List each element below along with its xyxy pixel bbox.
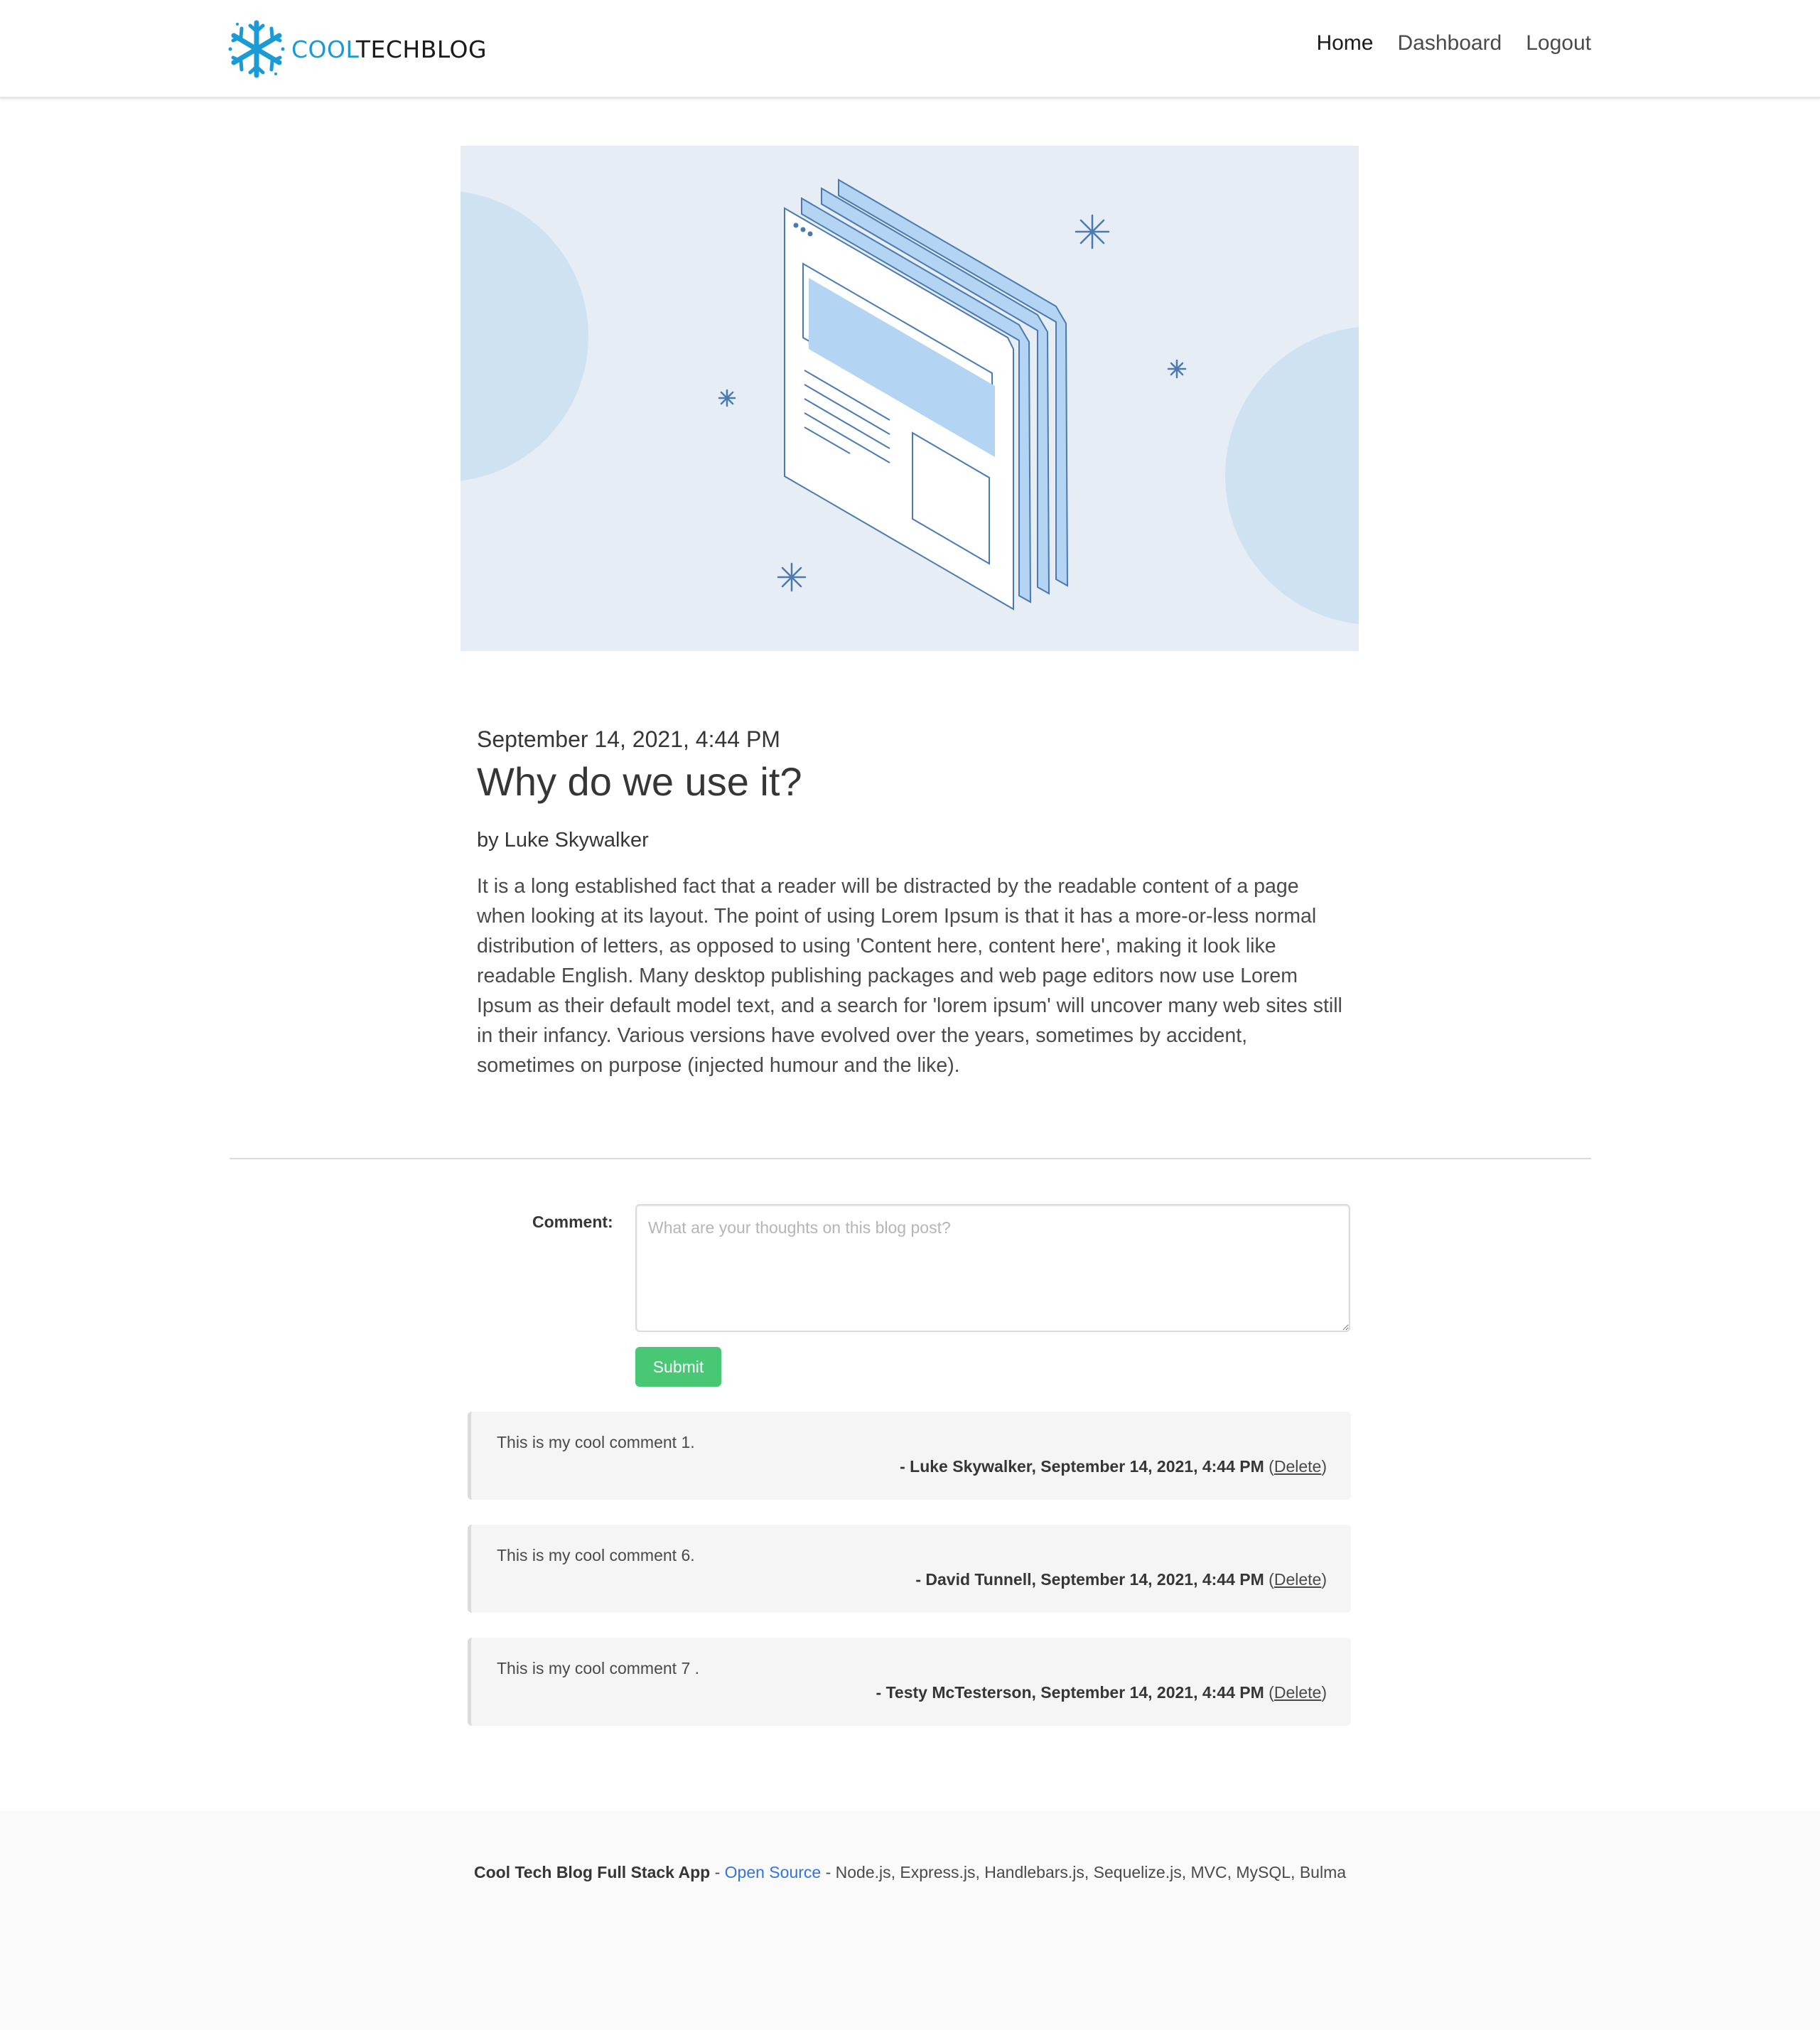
post-body: It is a long established fact that a rea… [477, 875, 1342, 1077]
brand-name-techblog: TECHBLOG [355, 35, 488, 63]
brand-name: COOLTECHBLOG [291, 36, 487, 63]
open-source-link[interactable]: Open Source [725, 1863, 822, 1881]
comment-item: This is my cool comment 7 . - Testy McTe… [468, 1638, 1351, 1726]
delete-comment-link[interactable]: Delete [1274, 1457, 1321, 1476]
snowflake-icon [228, 20, 285, 78]
comment-byline: - David Tunnell, September 14, 2021, 4:4… [915, 1570, 1264, 1589]
nav-logout-link[interactable]: Logout [1526, 31, 1591, 55]
submit-comment-button[interactable]: Submit [635, 1347, 721, 1387]
navbar: COOLTECHBLOG Home Dashboard Logout [0, 0, 1820, 99]
comment-byline: - Luke Skywalker, September 14, 2021, 4:… [900, 1457, 1264, 1476]
comment-textarea[interactable] [635, 1204, 1350, 1332]
delete-comment-link[interactable]: Delete [1274, 1570, 1321, 1589]
blog-post: September 14, 2021, 4:44 PM Why do we us… [477, 722, 1347, 1101]
brand-name-cool: COOL [291, 35, 356, 63]
nav-dashboard-link[interactable]: Dashboard [1397, 31, 1502, 55]
footer-text: Cool Tech Blog Full Stack App - Open Sou… [0, 1863, 1820, 1882]
footer-separator: - [821, 1863, 836, 1881]
footer-tech-stack: Node.js, Express.js, Handlebars.js, Sequ… [835, 1863, 1347, 1881]
comment-text: This is my cool comment 7 . [497, 1659, 700, 1677]
comment-meta: - Luke Skywalker, September 14, 2021, 4:… [900, 1457, 1327, 1476]
post-title: Why do we use it? [477, 759, 802, 804]
comment-label: Comment: [532, 1213, 613, 1231]
comment-item: This is my cool comment 6. - David Tunne… [468, 1525, 1351, 1613]
nav-links: Home Dashboard Logout [1316, 31, 1591, 55]
browser-windows-illustration [461, 178, 1359, 624]
post-author: by Luke Skywalker [477, 829, 649, 852]
post-date: September 14, 2021, 4:44 PM [477, 726, 780, 752]
footer-app-name: Cool Tech Blog Full Stack App [473, 1863, 711, 1881]
nav-home-link[interactable]: Home [1316, 31, 1373, 55]
brand-logo-link[interactable]: COOLTECHBLOG [227, 17, 487, 81]
comment-text: This is my cool comment 6. [497, 1546, 695, 1564]
section-divider [230, 1158, 1591, 1159]
post-hero-image [461, 146, 1359, 651]
delete-comment-link[interactable]: Delete [1274, 1683, 1321, 1702]
comment-byline: - Testy McTesterson, September 14, 2021,… [876, 1683, 1264, 1702]
comment-meta: - Testy McTesterson, September 14, 2021,… [876, 1683, 1327, 1702]
footer-separator: - [710, 1863, 725, 1881]
footer: Cool Tech Blog Full Stack App - Open Sou… [0, 1811, 1820, 2030]
comment-meta: - David Tunnell, September 14, 2021, 4:4… [915, 1570, 1327, 1589]
comment-text: This is my cool comment 1. [497, 1433, 695, 1451]
comment-item: This is my cool comment 1. - Luke Skywal… [468, 1412, 1351, 1500]
